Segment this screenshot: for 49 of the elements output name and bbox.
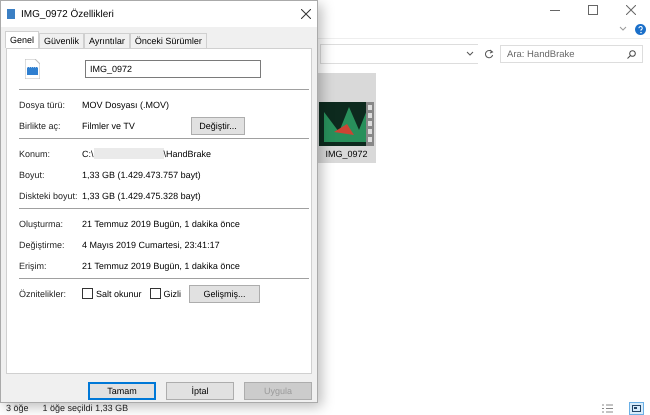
property-label: Birlikte aç: <box>19 120 62 130</box>
tab[interactable]: Genel <box>5 31 40 48</box>
property-label: Diskteki boyut: <box>19 190 79 200</box>
property-value: \HandBrake <box>164 148 212 158</box>
property-label: Oluşturma: <box>19 218 64 228</box>
close-icon[interactable] <box>626 5 636 15</box>
video-file-icon <box>7 9 15 19</box>
checkbox[interactable] <box>82 288 93 299</box>
refresh-icon[interactable] <box>484 49 494 59</box>
file-name: IMG_0972 <box>325 149 368 159</box>
dialog-button[interactable]: İptal <box>166 382 234 400</box>
property-label: Konum: <box>19 148 52 158</box>
close-icon[interactable] <box>301 9 311 19</box>
property-value: MOV Dosyası (.MOV) <box>82 100 170 110</box>
file-tile[interactable]: IMG_0972 <box>317 73 376 163</box>
property-label: Dosya türü: <box>19 100 66 110</box>
search-icon <box>627 50 636 58</box>
checkbox[interactable] <box>150 288 161 299</box>
property-label: Boyut: <box>19 170 46 180</box>
video-thumbnail <box>319 102 374 146</box>
checkbox-label[interactable]: Gizli <box>150 288 182 299</box>
search-field[interactable]: Ara: HandBrake <box>500 45 643 63</box>
chevron-down-icon[interactable] <box>466 51 474 57</box>
property-value: C:\ <box>82 148 94 158</box>
item-count: 3 öğe <box>6 403 29 413</box>
maximize-icon[interactable] <box>588 5 598 15</box>
details-view-icon[interactable] <box>600 402 615 414</box>
property-label: Değiştirme: <box>19 240 66 250</box>
advanced-button[interactable]: Gelişmiş... <box>189 284 260 302</box>
property-value: 4 Mayıs 2019 Cumartesi, 23:41:17 <box>82 240 220 250</box>
property-value: 21 Temmuz 2019 Bugün, 1 dakika önce <box>82 218 240 228</box>
selection-info: 1 öğe seçildi 1,33 GB <box>42 403 128 413</box>
help-icon[interactable] <box>635 24 646 34</box>
change-button[interactable]: Değiştir... <box>191 116 245 134</box>
tab[interactable]: Güvenlik <box>39 33 84 48</box>
property-label: Erişim: <box>19 260 48 270</box>
property-value: 21 Temmuz 2019 Bugün, 1 dakika önce <box>82 260 240 270</box>
tab[interactable]: Ayrıntılar <box>84 33 130 48</box>
property-value: 1,33 GB (1.429.475.328 bayt) <box>82 190 201 200</box>
property-value: Filmler ve TV <box>82 120 135 130</box>
name-field[interactable]: IMG_0972 <box>85 60 261 78</box>
property-value: 1,33 GB (1.429.473.757 bayt) <box>82 170 201 180</box>
dialog-button[interactable]: Tamam <box>88 382 156 400</box>
tab[interactable]: Önceki Sürümler <box>130 33 207 48</box>
checkbox-label[interactable]: Salt okunur <box>82 288 142 299</box>
window-title: IMG_0972 Özellikleri <box>21 8 114 20</box>
property-label: Öznitelikler: <box>19 288 68 298</box>
video-file-icon <box>25 59 40 79</box>
large-icons-view-icon[interactable] <box>629 402 644 414</box>
